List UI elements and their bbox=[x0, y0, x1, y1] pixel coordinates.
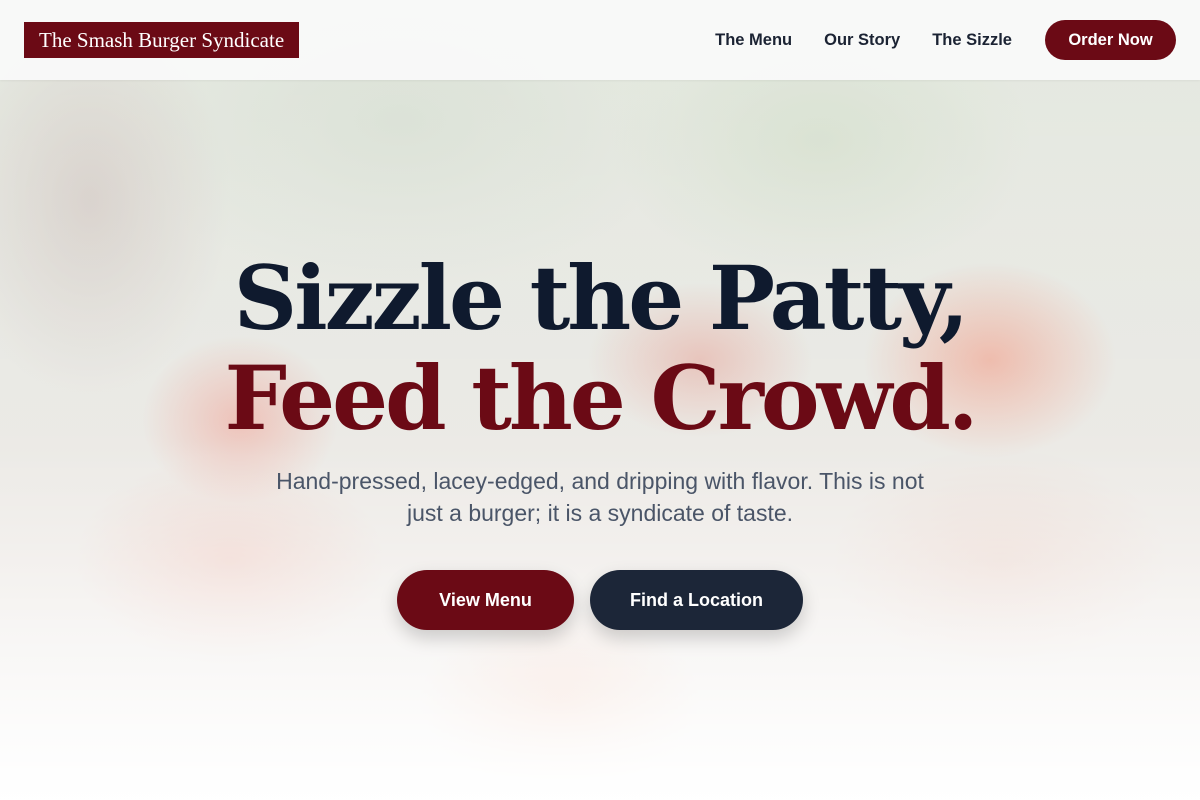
order-now-button[interactable]: Order Now bbox=[1045, 20, 1176, 60]
hero-title-line-1: Sizzle the Patty, bbox=[233, 246, 970, 350]
view-menu-button[interactable]: View Menu bbox=[397, 570, 574, 630]
site-header: The Smash Burger Syndicate The Menu Our … bbox=[0, 0, 1200, 80]
nav-link-our-story[interactable]: Our Story bbox=[824, 31, 900, 50]
hero-title: Sizzle the Patty, Feed the Crowd. bbox=[0, 248, 1200, 448]
find-location-button[interactable]: Find a Location bbox=[590, 570, 803, 630]
nav-link-menu[interactable]: The Menu bbox=[715, 31, 792, 50]
nav-link-sizzle[interactable]: The Sizzle bbox=[932, 31, 1012, 50]
main-nav: The Menu Our Story The Sizzle bbox=[715, 0, 1012, 80]
hero-subtitle: Hand-pressed, lacey-edged, and dripping … bbox=[276, 468, 924, 526]
hero-cta-group: View Menu Find a Location bbox=[0, 570, 1200, 630]
brand-logo[interactable]: The Smash Burger Syndicate bbox=[24, 22, 300, 58]
hero-title-line-2: Feed the Crowd. bbox=[224, 346, 978, 450]
